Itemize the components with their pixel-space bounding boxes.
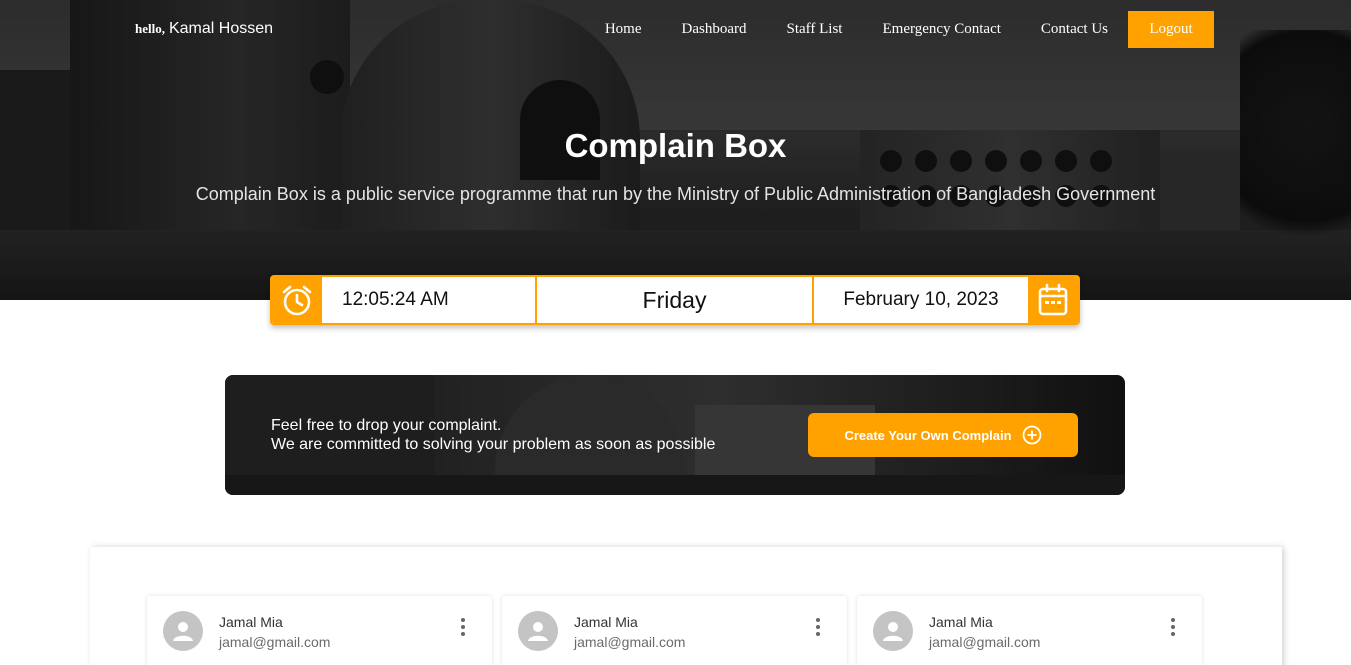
more-options-icon[interactable] <box>1163 616 1183 638</box>
alarm-clock-icon <box>272 277 322 323</box>
more-options-icon[interactable] <box>453 616 473 638</box>
nav-contact-us[interactable]: Contact Us <box>1041 11 1108 48</box>
user-icon <box>528 622 548 641</box>
nav-staff-list[interactable]: Staff List <box>787 11 843 48</box>
complaint-card[interactable]: Jamal Mia jamal@gmail.com <box>857 596 1202 665</box>
cta-line-1: Feel free to drop your complaint. <box>271 417 502 434</box>
plus-circle-icon <box>1022 425 1041 445</box>
user-name: Kamal Hossen <box>168 20 274 37</box>
avatar <box>518 611 558 651</box>
avatar <box>163 611 203 651</box>
calendar-icon <box>1028 277 1078 323</box>
create-complain-label: Create Your Own Complain <box>844 427 1012 443</box>
nav-dashboard[interactable]: Dashboard <box>682 11 747 48</box>
user-greeting: hello, Kamal Hossen <box>135 20 273 38</box>
complaint-card[interactable]: Jamal Mia jamal@gmail.com <box>502 596 847 665</box>
clock-bar: 12:05:24 AM Friday February 10, 2023 <box>270 275 1080 325</box>
complaint-user-name: Jamal Mia <box>929 614 993 630</box>
user-icon <box>173 622 193 641</box>
page-subtitle: Complain Box is a public service program… <box>195 184 1156 204</box>
clock-day: Friday <box>537 277 814 323</box>
main-nav: Home Dashboard Staff List Emergency Cont… <box>565 11 1214 48</box>
create-complain-button[interactable]: Create Your Own Complain <box>808 413 1078 457</box>
nav-home[interactable]: Home <box>605 11 642 48</box>
cta-text: Feel free to drop your complaint. We are… <box>271 416 715 454</box>
complaint-user-name: Jamal Mia <box>574 614 638 630</box>
complaint-user-email: jamal@gmail.com <box>219 634 331 650</box>
nav-emergency-contact[interactable]: Emergency Contact <box>882 11 1000 48</box>
logout-button[interactable]: Logout <box>1128 11 1214 48</box>
avatar <box>873 611 913 651</box>
clock-time: 12:05:24 AM <box>322 277 537 323</box>
greeting-label: hello, <box>135 21 165 36</box>
complaint-user-name: Jamal Mia <box>219 614 283 630</box>
clock-date: February 10, 2023 <box>843 289 999 310</box>
page-title: Complain Box <box>564 127 787 164</box>
complaint-user-email: jamal@gmail.com <box>574 634 686 650</box>
complaint-card[interactable]: Jamal Mia jamal@gmail.com <box>147 596 492 665</box>
complaint-cta-banner: Feel free to drop your complaint. We are… <box>225 375 1125 495</box>
more-options-icon[interactable] <box>808 616 828 638</box>
cta-line-2: We are committed to solving your problem… <box>271 436 716 453</box>
user-icon <box>883 622 903 641</box>
complaint-user-email: jamal@gmail.com <box>929 634 1041 650</box>
